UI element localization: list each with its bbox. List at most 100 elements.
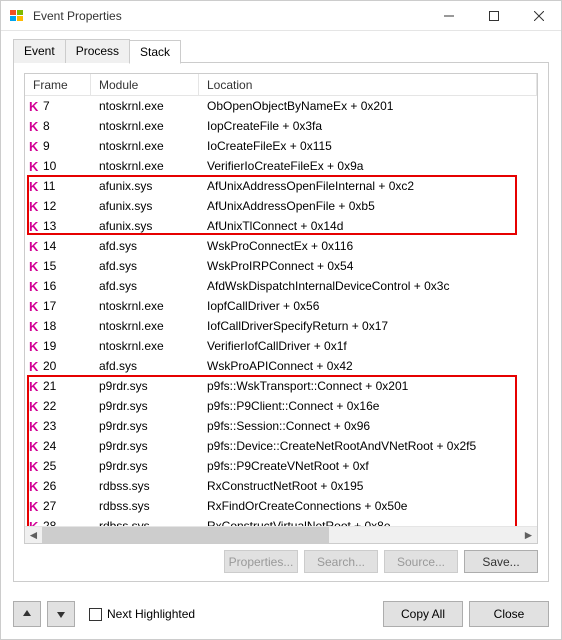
table-row[interactable]: K 7ntoskrnl.exeObOpenObjectByNameEx + 0x… bbox=[25, 96, 537, 116]
cell-frame: K 11 bbox=[25, 179, 91, 194]
cell-frame: K 10 bbox=[25, 159, 91, 174]
table-row[interactable]: K 22p9rdr.sysp9fs::P9Client::Connect + 0… bbox=[25, 396, 537, 416]
cell-frame: K 16 bbox=[25, 279, 91, 294]
table-row[interactable]: K 14afd.sysWskProConnectEx + 0x116 bbox=[25, 236, 537, 256]
frame-number: 22 bbox=[43, 399, 56, 413]
arrow-down-icon bbox=[56, 609, 66, 619]
cell-location: p9fs::Device::CreateNetRootAndVNetRoot +… bbox=[199, 439, 537, 453]
cell-location: RxConstructNetRoot + 0x195 bbox=[199, 479, 537, 493]
table-row[interactable]: K 13afunix.sysAfUnixTlConnect + 0x14d bbox=[25, 216, 537, 236]
table-row[interactable]: K 16afd.sysAfdWskDispatchInternalDeviceC… bbox=[25, 276, 537, 296]
kernel-mode-icon: K bbox=[29, 439, 43, 454]
kernel-mode-icon: K bbox=[29, 379, 43, 394]
cell-frame: K 26 bbox=[25, 479, 91, 494]
kernel-mode-icon: K bbox=[29, 259, 43, 274]
table-row[interactable]: K 23p9rdr.sysp9fs::Session::Connect + 0x… bbox=[25, 416, 537, 436]
table-row[interactable]: K 15afd.sysWskProIRPConnect + 0x54 bbox=[25, 256, 537, 276]
properties-button[interactable]: Properties... bbox=[224, 550, 298, 573]
checkbox-icon[interactable] bbox=[89, 608, 102, 621]
col-header-location[interactable]: Location bbox=[199, 74, 537, 95]
frame-number: 24 bbox=[43, 439, 56, 453]
kernel-mode-icon: K bbox=[29, 99, 43, 114]
cell-module: ntoskrnl.exe bbox=[91, 299, 199, 313]
scroll-track[interactable] bbox=[42, 527, 520, 543]
cell-module: ntoskrnl.exe bbox=[91, 159, 199, 173]
cell-module: rdbss.sys bbox=[91, 479, 199, 493]
scroll-left-icon[interactable]: ◄ bbox=[25, 527, 42, 544]
frame-number: 27 bbox=[43, 499, 56, 513]
next-event-button[interactable] bbox=[47, 601, 75, 627]
cell-frame: K 9 bbox=[25, 139, 91, 154]
table-row[interactable]: K 21p9rdr.sysp9fs::WskTransport::Connect… bbox=[25, 376, 537, 396]
tab-stack[interactable]: Stack bbox=[129, 40, 181, 64]
cell-location: AfUnixTlConnect + 0x14d bbox=[199, 219, 537, 233]
stack-listview[interactable]: Frame Module Location K 7ntoskrnl.exeObO… bbox=[24, 73, 538, 544]
scroll-right-icon[interactable]: ► bbox=[520, 527, 537, 544]
tab-event[interactable]: Event bbox=[13, 39, 66, 63]
kernel-mode-icon: K bbox=[29, 199, 43, 214]
titlebar[interactable]: Event Properties bbox=[1, 1, 561, 31]
kernel-mode-icon: K bbox=[29, 119, 43, 134]
kernel-mode-icon: K bbox=[29, 299, 43, 314]
cell-module: afd.sys bbox=[91, 279, 199, 293]
cell-location: p9fs::P9CreateVNetRoot + 0xf bbox=[199, 459, 537, 473]
frame-number: 20 bbox=[43, 359, 56, 373]
close-dialog-button[interactable]: Close bbox=[469, 601, 549, 627]
table-row[interactable]: K 24 p9rdr.sysp9fs::Device::CreateNetRoot… bbox=[25, 436, 537, 456]
table-row[interactable]: K 9ntoskrnl.exeIoCreateFileEx + 0x115 bbox=[25, 136, 537, 156]
minimize-button[interactable] bbox=[426, 1, 471, 30]
close-button[interactable] bbox=[516, 1, 561, 30]
table-row[interactable]: K 8ntoskrnl.exeIopCreateFile + 0x3fa bbox=[25, 116, 537, 136]
cell-module: p9rdr.sys bbox=[91, 439, 199, 453]
table-row[interactable]: K 12afunix.sysAfUnixAddressOpenFile + 0x… bbox=[25, 196, 537, 216]
arrow-up-icon bbox=[22, 609, 32, 619]
cell-location: AfdWskDispatchInternalDeviceControl + 0x… bbox=[199, 279, 537, 293]
window-title: Event Properties bbox=[33, 9, 426, 23]
frame-number: 26 bbox=[43, 479, 56, 493]
kernel-mode-icon: K bbox=[29, 419, 43, 434]
cell-frame: K 20 bbox=[25, 359, 91, 374]
cell-frame: K 23 bbox=[25, 419, 91, 434]
kernel-mode-icon: K bbox=[29, 359, 43, 374]
table-row[interactable]: K 18ntoskrnl.exeIofCallDriverSpecifyRetu… bbox=[25, 316, 537, 336]
copy-all-button[interactable]: Copy All bbox=[383, 601, 463, 627]
cell-location: IoCreateFileEx + 0x115 bbox=[199, 139, 537, 153]
horizontal-scrollbar[interactable]: ◄ ► bbox=[25, 526, 537, 543]
table-row[interactable]: K 17ntoskrnl.exeIopfCallDriver + 0x56 bbox=[25, 296, 537, 316]
cell-location: VerifierIoCreateFileEx + 0x9a bbox=[199, 159, 537, 173]
table-row[interactable]: K 26rdbss.sysRxConstructNetRoot + 0x195 bbox=[25, 476, 537, 496]
cell-location: p9fs::WskTransport::Connect + 0x201 bbox=[199, 379, 537, 393]
cell-frame: K 19 bbox=[25, 339, 91, 354]
cell-frame: K 8 bbox=[25, 119, 91, 134]
scroll-thumb[interactable] bbox=[42, 527, 329, 543]
window-controls bbox=[426, 1, 561, 30]
kernel-mode-icon: K bbox=[29, 279, 43, 294]
maximize-button[interactable] bbox=[471, 1, 516, 30]
table-row[interactable]: K 20afd.sysWskProAPIConnect + 0x42 bbox=[25, 356, 537, 376]
list-body[interactable]: K 7ntoskrnl.exeObOpenObjectByNameEx + 0x… bbox=[25, 96, 537, 526]
frame-number: 23 bbox=[43, 419, 56, 433]
table-row[interactable]: K 19ntoskrnl.exeVerifierIofCallDriver + … bbox=[25, 336, 537, 356]
prev-event-button[interactable] bbox=[13, 601, 41, 627]
frame-number: 19 bbox=[43, 339, 56, 353]
frame-number: 13 bbox=[43, 219, 56, 233]
next-highlighted-checkbox[interactable]: Next Highlighted bbox=[89, 607, 195, 621]
table-row[interactable]: K 27rdbss.sysRxFindOrCreateConnections +… bbox=[25, 496, 537, 516]
cell-module: afunix.sys bbox=[91, 199, 199, 213]
col-header-frame[interactable]: Frame bbox=[25, 74, 91, 95]
col-header-module[interactable]: Module bbox=[91, 74, 199, 95]
source-button[interactable]: Source... bbox=[384, 550, 458, 573]
table-row[interactable]: K 11afunix.sysAfUnixAddressOpenFileInter… bbox=[25, 176, 537, 196]
table-row[interactable]: K 10ntoskrnl.exeVerifierIoCreateFileEx +… bbox=[25, 156, 537, 176]
content-area: Event Process Stack Frame Module Locatio… bbox=[1, 31, 561, 591]
cell-location: RxFindOrCreateConnections + 0x50e bbox=[199, 499, 537, 513]
cell-frame: K 15 bbox=[25, 259, 91, 274]
frame-number: 14 bbox=[43, 239, 56, 253]
save-button[interactable]: Save... bbox=[464, 550, 538, 573]
table-row[interactable]: K 28rdbss.sysRxConstructVirtualNetRoot +… bbox=[25, 516, 537, 526]
search-button[interactable]: Search... bbox=[304, 550, 378, 573]
cell-module: ntoskrnl.exe bbox=[91, 139, 199, 153]
table-row[interactable]: K 25p9rdr.sysp9fs::P9CreateVNetRoot + 0x… bbox=[25, 456, 537, 476]
tab-process[interactable]: Process bbox=[65, 39, 130, 63]
list-header[interactable]: Frame Module Location bbox=[25, 74, 537, 96]
